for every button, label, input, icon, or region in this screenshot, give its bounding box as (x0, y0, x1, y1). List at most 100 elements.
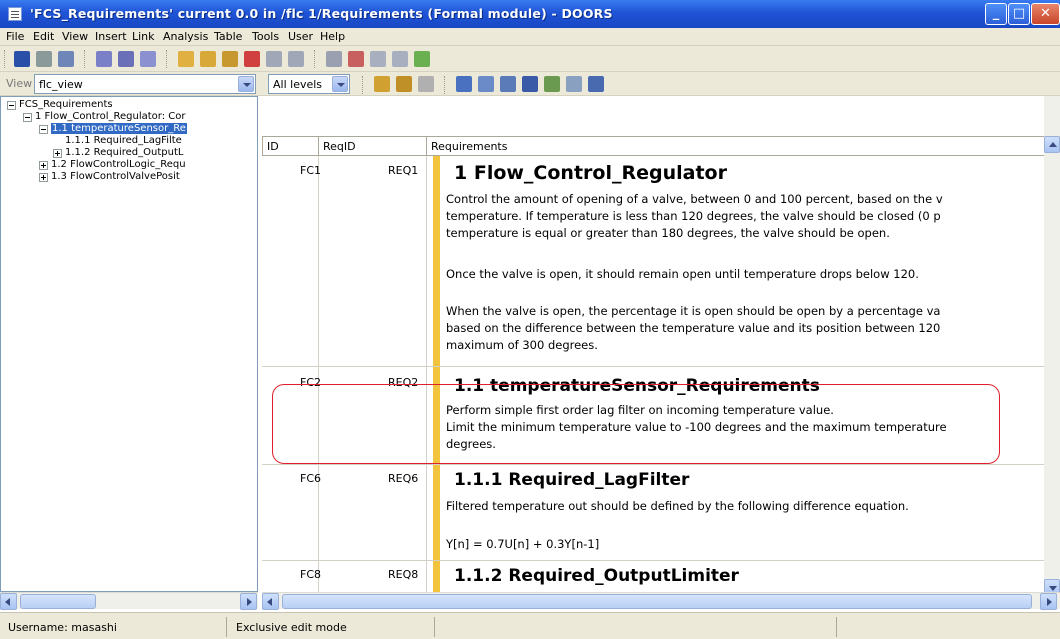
window-title: 'FCS_Requirements' current 0.0 in /flc 1… (30, 6, 613, 21)
menu-file[interactable]: File (6, 30, 24, 43)
expand-icon[interactable] (53, 149, 62, 158)
menu-tools[interactable]: Tools (252, 30, 279, 43)
tree-item-root[interactable]: FCS_Requirements (19, 99, 113, 110)
delete-link-icon[interactable] (348, 51, 364, 67)
new-object-icon[interactable] (178, 51, 194, 67)
insert-column-icon[interactable] (140, 51, 156, 67)
scroll-left-icon[interactable] (0, 593, 17, 610)
tree-item-flow-control-logic[interactable]: 1.2 FlowControlLogic_Requ (51, 159, 186, 170)
scroll-up-icon[interactable] (1044, 136, 1060, 153)
module-explorer-tree[interactable]: FCS_Requirements 1 Flow_Control_Regulato… (0, 96, 258, 592)
sort-icon[interactable] (544, 76, 560, 92)
status-bar: Username: masashi Exclusive edit mode (0, 612, 1060, 639)
demote-icon[interactable] (288, 51, 304, 67)
close-button[interactable]: ✕ (1031, 3, 1060, 25)
chevron-down-icon[interactable] (238, 76, 254, 92)
view-toolbar: View flc_view All levels (0, 72, 1060, 96)
minimize-button[interactable]: _ (985, 3, 1007, 25)
scroll-right-icon[interactable] (240, 593, 257, 610)
row-id: FC8 (300, 568, 322, 581)
view-select[interactable]: flc_view (34, 74, 256, 94)
links-view-icon[interactable] (478, 76, 494, 92)
collapse-icon[interactable] (39, 125, 48, 134)
outline-icon[interactable] (456, 76, 472, 92)
collapse-icon[interactable] (23, 113, 32, 122)
requirement-heading[interactable]: 1.1.2 Required_OutputLimiter (454, 566, 739, 586)
requirement-text-line[interactable]: Once the valve is open, it should remain… (446, 266, 1044, 283)
menu-bar: File Edit View Insert Link Analysis Tabl… (0, 28, 1060, 46)
menu-view[interactable]: View (62, 30, 88, 43)
requirement-text-line[interactable]: Control the amount of opening of a valve… (446, 191, 1044, 208)
menu-link[interactable]: Link (132, 30, 155, 43)
column-header-id[interactable]: ID (262, 136, 318, 156)
requirement-text-line[interactable]: temperature. If temperature is less than… (446, 208, 1044, 225)
promote-icon[interactable] (266, 51, 282, 67)
menu-help[interactable]: Help (320, 30, 345, 43)
requirement-text-line[interactable]: Y[n] = 0.7U[n] + 0.3Y[n-1] (446, 536, 1044, 553)
levels-select-value: All levels (273, 78, 323, 91)
menu-insert[interactable]: Insert (95, 30, 127, 43)
view-label: View (6, 77, 33, 90)
link-start-icon[interactable] (370, 51, 386, 67)
save-icon[interactable] (14, 51, 30, 67)
find-icon[interactable] (566, 76, 582, 92)
link-end-icon[interactable] (392, 51, 408, 67)
highlight-annotation (272, 384, 1000, 464)
status-mode: Exclusive edit mode (236, 621, 347, 634)
requirement-text-line[interactable]: When the valve is open, the percentage i… (446, 303, 1044, 320)
row-divider (262, 366, 1044, 367)
tree-item-flow-control[interactable]: 1 Flow_Control_Regulator: Cor (35, 111, 186, 122)
menu-analysis[interactable]: Analysis (163, 30, 208, 43)
grid-horizontal-scrollbar[interactable] (262, 592, 1060, 610)
tree-item-temperature-sensor[interactable]: 1.1 temperatureSensor_Re (51, 123, 187, 134)
tree-item-output-limiter[interactable]: 1.1.2 Required_OutputL (65, 147, 183, 158)
copy-object-icon[interactable] (222, 51, 238, 67)
maximize-button[interactable]: □ (1008, 3, 1030, 25)
level-up-icon[interactable] (374, 76, 390, 92)
requirement-heading[interactable]: 1 Flow_Control_Regulator (454, 162, 727, 184)
change-bar (433, 156, 440, 592)
menu-table[interactable]: Table (214, 30, 242, 43)
column-divider (426, 156, 427, 592)
sort-az-icon[interactable] (588, 76, 604, 92)
table-view-icon[interactable] (500, 76, 516, 92)
scroll-thumb[interactable] (20, 594, 96, 609)
column-header-reqid[interactable]: ReqID (318, 136, 426, 156)
scroll-right-icon[interactable] (1040, 593, 1057, 610)
delete-object-icon[interactable] (244, 51, 260, 67)
requirements-grid[interactable]: ID ReqID Requirements FC1 REQ1 1 Flow_Co… (262, 96, 1044, 592)
collapse-icon[interactable] (7, 101, 16, 110)
scroll-left-icon[interactable] (262, 593, 279, 610)
new-child-icon[interactable] (200, 51, 216, 67)
filter-icon[interactable] (522, 76, 538, 92)
levels-select[interactable]: All levels (268, 74, 350, 94)
level-down-icon[interactable] (396, 76, 412, 92)
print-icon[interactable] (36, 51, 52, 67)
status-divider (836, 617, 837, 637)
tree-item-valve-position[interactable]: 1.3 FlowControlValvePosit (51, 171, 180, 182)
properties-icon[interactable] (58, 51, 74, 67)
insert-below-icon[interactable] (118, 51, 134, 67)
insert-object-icon[interactable] (96, 51, 112, 67)
expand-icon[interactable] (39, 173, 48, 182)
scroll-thumb[interactable] (282, 594, 1032, 609)
tree-horizontal-scrollbar[interactable] (0, 592, 258, 610)
cut-icon[interactable] (418, 76, 434, 92)
requirement-text-line[interactable]: maximum of 300 degrees. (446, 337, 1044, 354)
view-select-value: flc_view (39, 78, 83, 91)
menu-edit[interactable]: Edit (33, 30, 54, 43)
link-icon[interactable] (326, 51, 342, 67)
requirement-heading[interactable]: 1.1.1 Required_LagFilter (454, 470, 689, 490)
expand-icon[interactable] (39, 161, 48, 170)
requirement-text-line[interactable]: based on the difference between the temp… (446, 320, 1044, 337)
menu-user[interactable]: User (288, 30, 313, 43)
row-reqid: REQ8 (388, 568, 419, 581)
grid-vertical-scrollbar[interactable] (1044, 96, 1060, 596)
tree-item-lag-filter[interactable]: 1.1.1 Required_LagFilte (65, 135, 182, 146)
requirement-text-line[interactable]: temperature is equal or greater than 180… (446, 225, 1044, 242)
chevron-down-icon[interactable] (332, 76, 348, 92)
column-header-requirements[interactable]: Requirements (426, 136, 1044, 156)
requirement-text-line[interactable]: Filtered temperature out should be defin… (446, 498, 1044, 515)
toolbar-grip (4, 50, 6, 68)
follow-link-icon[interactable] (414, 51, 430, 67)
